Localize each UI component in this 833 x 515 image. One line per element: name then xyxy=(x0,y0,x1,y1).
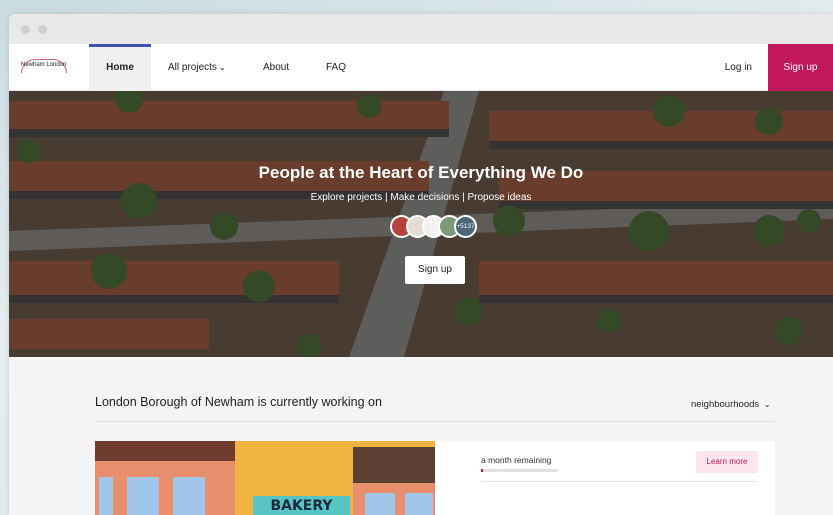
browser-window: Newham London Home All projects ⌄ About F… xyxy=(9,14,833,515)
window-dot-icon xyxy=(21,25,30,34)
bakery-sign: BAKERY xyxy=(253,496,350,515)
section-title: London Borough of Newham is currently wo… xyxy=(95,395,382,409)
nav-all-projects[interactable]: All projects ⌄ xyxy=(168,44,226,91)
nav-all-projects-label: All projects xyxy=(168,62,217,73)
logo-text: Newham London xyxy=(21,62,67,68)
hero-banner: People at the Heart of Everything We Do … xyxy=(9,91,833,357)
chevron-down-icon: ⌄ xyxy=(218,63,226,72)
project-card[interactable]: BAKERY a month remaining Learn more xyxy=(95,441,775,515)
filter-label: neighbourhoods xyxy=(691,399,760,410)
project-card-image: BAKERY xyxy=(95,441,435,515)
signup-nav-button[interactable]: Sign up xyxy=(768,44,833,91)
avatar-count: +5137 xyxy=(454,215,477,238)
participant-avatars: +5137 xyxy=(390,215,485,239)
card-divider xyxy=(481,481,757,482)
learn-more-button[interactable]: Learn more xyxy=(696,451,758,473)
top-navbar: Newham London Home All projects ⌄ About F… xyxy=(9,44,833,91)
login-link[interactable]: Log in xyxy=(725,44,752,91)
main-content: London Borough of Newham is currently wo… xyxy=(9,357,833,515)
hero-subtitle: Explore projects | Make decisions | Prop… xyxy=(310,192,532,203)
section-divider xyxy=(95,421,775,422)
nav-about[interactable]: About xyxy=(263,44,289,91)
neighbourhoods-filter[interactable]: neighbourhoods ⌄ xyxy=(691,399,771,410)
window-chrome xyxy=(9,14,833,44)
time-progress-bar xyxy=(481,469,558,472)
chevron-down-icon: ⌄ xyxy=(763,400,771,409)
hero-signup-button[interactable]: Sign up xyxy=(405,256,465,284)
time-remaining: a month remaining xyxy=(481,455,552,465)
time-progress-fill xyxy=(481,469,484,472)
nav-home[interactable]: Home xyxy=(89,44,151,91)
nav-faq[interactable]: FAQ xyxy=(326,44,346,91)
newham-logo[interactable]: Newham London xyxy=(21,59,71,75)
hero-title: People at the Heart of Everything We Do xyxy=(258,163,584,182)
window-dot-icon xyxy=(38,25,47,34)
